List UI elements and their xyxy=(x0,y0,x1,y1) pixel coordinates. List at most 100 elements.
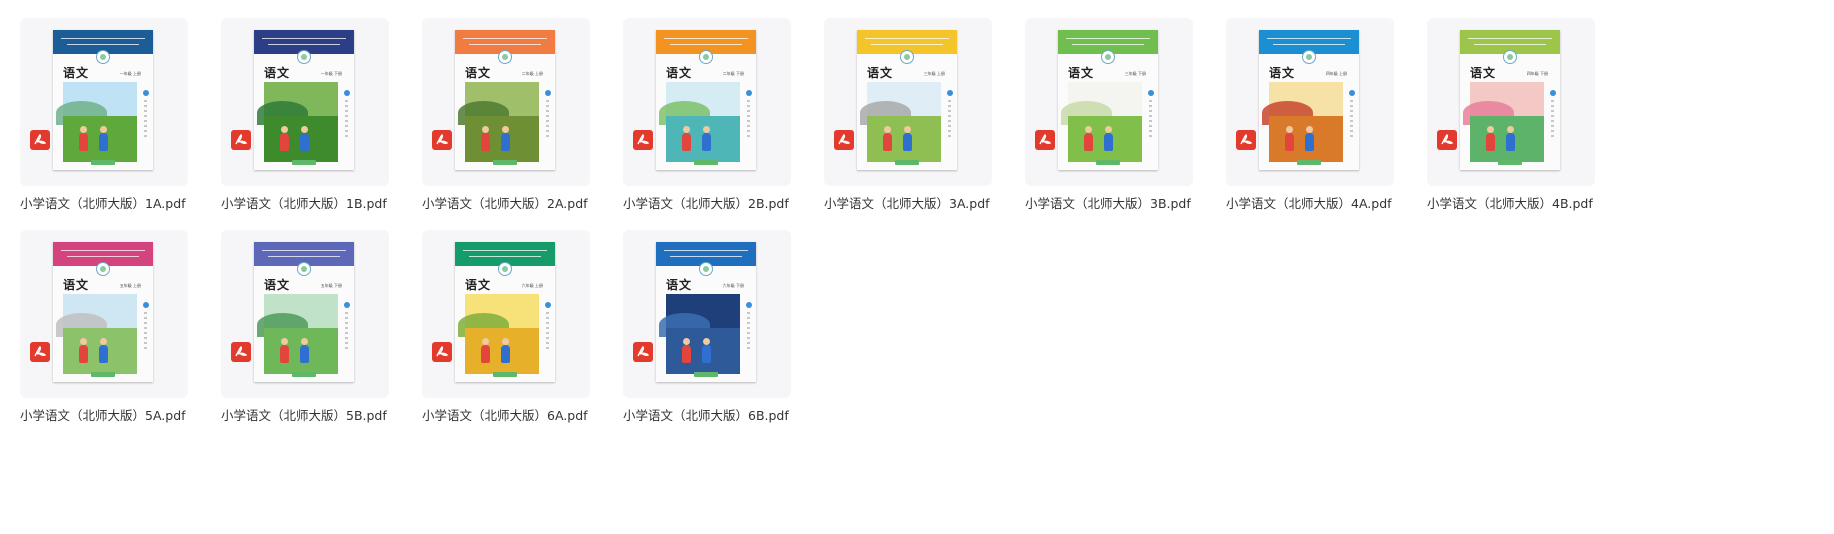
publisher-mark-icon xyxy=(143,90,149,96)
file-thumbnail[interactable]: 语文 三年级 下册 xyxy=(1025,18,1193,186)
cover-side-text xyxy=(1149,100,1152,140)
cover-title: 语文 xyxy=(63,278,90,292)
cover-title: 语文 xyxy=(1470,66,1497,80)
file-thumbnail[interactable]: 语文 四年级 上册 xyxy=(1226,18,1394,186)
pdf-file-icon xyxy=(1035,130,1055,150)
cover-side-text xyxy=(747,312,750,352)
cover-side-text xyxy=(546,100,549,140)
cover-illustration xyxy=(1060,82,1142,162)
pdf-file-icon xyxy=(30,130,50,150)
cover-grade-label: 六年级 下册 xyxy=(722,283,744,288)
file-thumbnail[interactable]: 语文 六年级 下册 xyxy=(623,230,791,398)
cover-title: 语文 xyxy=(666,278,693,292)
cover-title: 语文 xyxy=(666,66,693,80)
cover-grade-label: 六年级 上册 xyxy=(521,283,543,288)
cover-grade-label: 四年级 上册 xyxy=(1325,71,1347,76)
publisher-logo xyxy=(292,160,316,165)
cover-emblem-icon xyxy=(900,50,914,64)
cover-grade-label: 二年级 上册 xyxy=(521,71,543,76)
book-cover-image: 语文 六年级 上册 xyxy=(455,242,555,382)
book-cover-image: 语文 三年级 上册 xyxy=(857,30,957,170)
book-cover-image: 语文 二年级 上册 xyxy=(455,30,555,170)
cover-illustration xyxy=(1462,82,1544,162)
cover-illustration xyxy=(55,82,137,162)
cover-side-text xyxy=(546,312,549,352)
file-item[interactable]: 语文 四年级 下册小学语文（北师大版）4B.pdf xyxy=(1407,0,1643,220)
publisher-mark-icon xyxy=(1550,90,1556,96)
cover-side-text xyxy=(345,312,348,352)
cover-title: 语文 xyxy=(264,66,291,80)
publisher-logo xyxy=(91,160,115,165)
publisher-mark-icon xyxy=(545,302,551,308)
publisher-mark-icon xyxy=(545,90,551,96)
publisher-logo xyxy=(493,372,517,377)
publisher-logo xyxy=(1297,160,1321,165)
book-cover-image: 语文 五年级 上册 xyxy=(53,242,153,382)
cover-emblem-icon xyxy=(699,50,713,64)
cover-emblem-icon xyxy=(699,262,713,276)
book-cover-image: 语文 四年级 上册 xyxy=(1259,30,1359,170)
pdf-file-icon xyxy=(633,342,653,362)
cover-grade-label: 三年级 下册 xyxy=(1124,71,1146,76)
pdf-file-icon xyxy=(432,342,452,362)
pdf-file-icon xyxy=(1437,130,1457,150)
cover-emblem-icon xyxy=(498,50,512,64)
cover-side-text xyxy=(948,100,951,140)
pdf-file-icon xyxy=(834,130,854,150)
book-cover-image: 语文 二年级 下册 xyxy=(656,30,756,170)
cover-illustration xyxy=(658,294,740,374)
file-thumbnail[interactable]: 语文 五年级 下册 xyxy=(221,230,389,398)
cover-title: 语文 xyxy=(63,66,90,80)
publisher-mark-icon xyxy=(1349,90,1355,96)
cover-illustration xyxy=(256,82,338,162)
file-thumbnail[interactable]: 语文 四年级 下册 xyxy=(1427,18,1595,186)
cover-grade-label: 四年级 下册 xyxy=(1526,71,1548,76)
publisher-mark-icon xyxy=(344,302,350,308)
cover-grade-label: 三年级 上册 xyxy=(923,71,945,76)
publisher-mark-icon xyxy=(746,302,752,308)
file-thumbnail[interactable]: 语文 一年级 上册 xyxy=(20,18,188,186)
cover-illustration xyxy=(457,294,539,374)
file-item[interactable]: 语文 六年级 下册小学语文（北师大版）6B.pdf xyxy=(603,212,839,432)
file-thumbnail[interactable]: 语文 五年级 上册 xyxy=(20,230,188,398)
publisher-logo xyxy=(694,160,718,165)
file-thumbnail[interactable]: 语文 三年级 上册 xyxy=(824,18,992,186)
file-thumbnail[interactable]: 语文 二年级 下册 xyxy=(623,18,791,186)
cover-emblem-icon xyxy=(498,262,512,276)
cover-title: 语文 xyxy=(1269,66,1296,80)
cover-grade-label: 五年级 上册 xyxy=(119,283,141,288)
file-name[interactable]: 小学语文（北师大版）4B.pdf xyxy=(1427,193,1643,212)
cover-side-text xyxy=(1350,100,1353,140)
cover-title: 语文 xyxy=(1068,66,1095,80)
publisher-mark-icon xyxy=(746,90,752,96)
cover-illustration xyxy=(256,294,338,374)
cover-emblem-icon xyxy=(96,50,110,64)
cover-emblem-icon xyxy=(1503,50,1517,64)
file-thumbnail[interactable]: 语文 六年级 上册 xyxy=(422,230,590,398)
cover-grade-label: 五年级 下册 xyxy=(320,283,342,288)
book-cover-image: 语文 四年级 下册 xyxy=(1460,30,1560,170)
file-thumbnail[interactable]: 语文 二年级 上册 xyxy=(422,18,590,186)
book-cover-image: 语文 六年级 下册 xyxy=(656,242,756,382)
cover-title: 语文 xyxy=(264,278,291,292)
cover-illustration xyxy=(859,82,941,162)
cover-side-text xyxy=(747,100,750,140)
cover-grade-label: 一年级 上册 xyxy=(119,71,141,76)
book-cover-image: 语文 一年级 下册 xyxy=(254,30,354,170)
cover-emblem-icon xyxy=(1101,50,1115,64)
pdf-file-icon xyxy=(633,130,653,150)
cover-title: 语文 xyxy=(465,66,492,80)
pdf-file-icon xyxy=(432,130,452,150)
pdf-file-icon xyxy=(30,342,50,362)
cover-emblem-icon xyxy=(297,50,311,64)
file-grid: 语文 一年级 上册 小学语文（北师大版）1A.pdf 语文 一年级 下册 小学语文（北师大… xyxy=(0,0,1834,534)
publisher-mark-icon xyxy=(947,90,953,96)
cover-grade-label: 二年级 下册 xyxy=(722,71,744,76)
file-thumbnail[interactable]: 语文 一年级 下册 xyxy=(221,18,389,186)
cover-title: 语文 xyxy=(465,278,492,292)
cover-illustration xyxy=(457,82,539,162)
file-name[interactable]: 小学语文（北师大版）6B.pdf xyxy=(623,405,839,424)
cover-emblem-icon xyxy=(96,262,110,276)
cover-side-text xyxy=(345,100,348,140)
cover-illustration xyxy=(658,82,740,162)
